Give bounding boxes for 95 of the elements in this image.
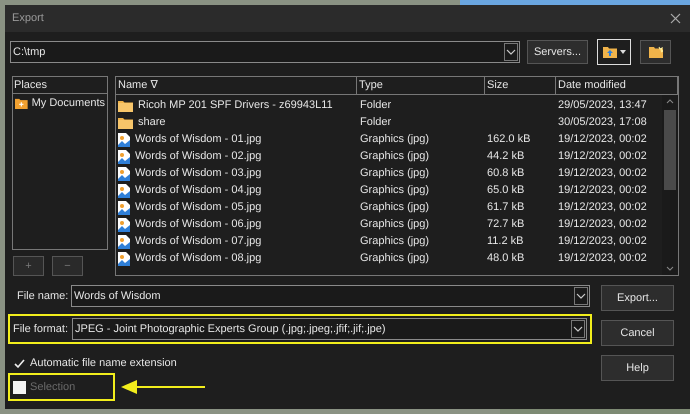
dropdown-button[interactable] — [571, 320, 585, 338]
close-icon[interactable] — [670, 13, 681, 24]
file-type: Graphics (jpg) — [359, 217, 430, 232]
file-size: 44.2 kB — [486, 149, 526, 164]
file-size: 11.2 kB — [486, 234, 524, 250]
help-button[interactable]: Help — [601, 355, 674, 381]
file-size: 61.7 kB — [486, 200, 526, 216]
window-title: Export — [12, 11, 44, 26]
checkbox-label: Selection — [30, 380, 76, 395]
chevron-down-icon — [576, 293, 586, 299]
new-folder-button[interactable] — [640, 40, 671, 64]
scroll-up-icon — [666, 99, 674, 104]
image-file-icon — [118, 132, 130, 146]
file-type: Graphics (jpg) — [359, 149, 430, 164]
file-row[interactable]: Ricoh MP 201 SPF Drivers - z69943L11 Folder 29/05/2023, 13:47 — [116, 97, 662, 114]
column-header[interactable]: Size — [485, 77, 556, 94]
checkbox-label: Automatic file name extension — [30, 356, 177, 371]
path-field[interactable]: C:\tmp — [10, 41, 520, 63]
column-header[interactable]: Date modified — [556, 77, 678, 94]
file-row[interactable]: Words of Wisdom - 01.jpg Graphics (jpg) 162.0 kB 19/12/2023, 00:02 — [116, 131, 662, 148]
file-name: Words of Wisdom - 02.jpg — [135, 149, 262, 164]
places-header: Places — [13, 77, 107, 94]
chevron-down-icon — [573, 326, 583, 332]
file-type: Folder — [359, 115, 392, 130]
file-date: 19/12/2023, 00:02 — [557, 217, 647, 232]
cancel-button[interactable]: Cancel — [601, 320, 674, 346]
file-row[interactable]: Words of Wisdom - 06.jpg Graphics (jpg) 72.7 kB 19/12/2023, 00:02 — [116, 216, 662, 233]
servers-button[interactable]: Servers... — [527, 40, 588, 64]
dropdown-button[interactable] — [504, 43, 518, 61]
file-date: 29/05/2023, 13:47 — [557, 98, 647, 114]
file-row[interactable]: Words of Wisdom - 04.jpg Graphics (jpg) 65.0 kB 19/12/2023, 00:02 — [116, 182, 662, 199]
file-type: Graphics (jpg) — [359, 200, 430, 216]
image-file-icon — [118, 166, 130, 180]
file-size: 60.8 kB — [486, 166, 526, 182]
column-header[interactable]: Name ∇ — [116, 77, 357, 94]
file-name: share — [138, 115, 166, 130]
file-row[interactable]: Words of Wisdom - 05.jpg Graphics (jpg) 61.7 kB 19/12/2023, 00:02 — [116, 199, 662, 216]
file-size: 65.0 kB — [486, 183, 526, 198]
folder-icon — [118, 116, 133, 129]
documents-folder-icon — [15, 96, 28, 110]
file-size: 48.0 kB — [486, 251, 526, 266]
chevron-down-icon — [506, 49, 516, 55]
file-date: 19/12/2023, 00:02 — [557, 234, 647, 250]
file-type: Graphics (jpg) — [359, 132, 430, 148]
file-date: 19/12/2023, 00:02 — [557, 166, 647, 182]
image-file-icon — [118, 200, 130, 214]
file-type: Graphics (jpg) — [359, 166, 430, 182]
file-type: Folder — [359, 98, 392, 114]
image-file-icon — [118, 184, 130, 198]
file-format-dropdown[interactable]: JPEG - Joint Photographic Experts Group (.jpg;.jpeg;.jfif;.jif;.jpe) — [72, 318, 587, 340]
file-row[interactable]: Words of Wisdom - 03.jpg Graphics (jpg) 60.8 kB 19/12/2023, 00:02 — [116, 165, 662, 182]
file-name: Words of Wisdom - 08.jpg — [135, 251, 262, 266]
file-row[interactable]: Words of Wisdom - 08.jpg Graphics (jpg) 48.0 kB 19/12/2023, 00:02 — [116, 250, 662, 267]
file-type: Graphics (jpg) — [359, 183, 430, 198]
field-label: File format: — [13, 322, 68, 337]
column-header[interactable]: Type — [357, 77, 485, 94]
places-item[interactable]: My Documents — [13, 94, 107, 112]
file-date: 19/12/2023, 00:02 — [557, 200, 647, 216]
file-date: 19/12/2023, 00:02 — [557, 149, 647, 164]
file-date: 19/12/2023, 00:02 — [557, 183, 647, 198]
file-row[interactable]: Words of Wisdom - 07.jpg Graphics (jpg) 11.2 kB 19/12/2023, 00:02 — [116, 233, 662, 250]
file-date: 19/12/2023, 00:02 — [557, 251, 647, 266]
file-row[interactable]: share Folder 30/05/2023, 17:08 — [116, 114, 662, 131]
scrollbar-thumb[interactable] — [664, 110, 676, 190]
field-label: File name: — [17, 288, 67, 304]
file-date: 19/12/2023, 00:02 — [557, 132, 647, 148]
scrollbar[interactable] — [662, 95, 678, 275]
image-file-icon — [118, 252, 130, 266]
export-button[interactable]: Export... — [601, 285, 674, 311]
caret-icon — [620, 50, 626, 54]
image-file-icon — [118, 218, 130, 232]
file-name: Words of Wisdom - 05.jpg — [135, 200, 262, 216]
file-row[interactable]: Words of Wisdom - 02.jpg Graphics (jpg) 44.2 kB 19/12/2023, 00:02 — [116, 148, 662, 165]
checkbox[interactable] — [13, 356, 26, 370]
file-name: Words of Wisdom - 03.jpg — [135, 166, 262, 182]
file-type: Graphics (jpg) — [359, 251, 430, 266]
file-name: Words of Wisdom - 01.jpg — [135, 132, 262, 148]
dropdown-button[interactable] — [574, 287, 588, 305]
scroll-down-icon — [666, 266, 674, 271]
image-file-icon — [118, 234, 130, 248]
image-file-icon — [118, 150, 130, 164]
file-size: 162.0 kB — [486, 132, 532, 148]
folder-icon — [118, 99, 133, 112]
file-name: Words of Wisdom - 04.jpg — [135, 183, 262, 198]
file-name: Ricoh MP 201 SPF Drivers - z69943L11 — [138, 98, 333, 114]
parent-folder-button[interactable] — [597, 39, 631, 65]
file-type: Graphics (jpg) — [359, 234, 430, 250]
file-name: Words of Wisdom - 06.jpg — [135, 217, 262, 232]
file-name: Words of Wisdom - 07.jpg — [135, 234, 262, 250]
file-date: 30/05/2023, 17:08 — [557, 115, 647, 130]
new-folder-icon — [648, 46, 662, 58]
file-size: 72.7 kB — [486, 217, 526, 232]
folder-up-icon — [602, 46, 616, 58]
file-name-field[interactable]: Words of Wisdom — [71, 285, 590, 307]
checkmark-icon — [14, 358, 25, 368]
